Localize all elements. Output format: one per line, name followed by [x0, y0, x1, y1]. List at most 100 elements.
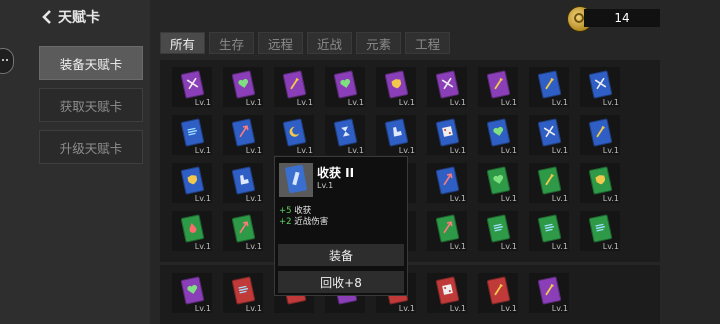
talent-card[interactable]: Lv.1 — [580, 163, 620, 203]
talent-card[interactable]: Lv.1 — [223, 211, 263, 251]
talent-card[interactable]: Lv.1 — [580, 67, 620, 107]
talent-card[interactable]: Lv.1 — [223, 273, 263, 313]
card-level-label: Lv.1 — [500, 304, 517, 313]
talent-card[interactable]: Lv.1 — [478, 273, 518, 313]
arrow-icon — [443, 221, 453, 234]
card-name: 收获 II — [317, 166, 355, 180]
talent-card[interactable]: Lv.1 — [172, 273, 212, 313]
wind-icon — [544, 223, 555, 232]
tab-label: 近战 — [317, 36, 343, 52]
talent-card[interactable]: Lv.1 — [580, 211, 620, 251]
sword-icon — [596, 125, 605, 138]
card-level-label: Lv.1 — [449, 194, 466, 203]
card-level-label: Lv.1 — [602, 146, 619, 155]
sidebar-item-label: 装备天赋卡 — [59, 56, 123, 72]
card-level-label: Lv.1 — [398, 146, 415, 155]
card-level-label: Lv.1 — [398, 98, 415, 107]
talent-card[interactable]: Lv.1 — [478, 115, 518, 155]
card-level-label: Lv.1 — [500, 242, 517, 251]
talent-card[interactable]: Lv.1 — [529, 211, 569, 251]
talent-card[interactable]: Lv.1 — [376, 67, 416, 107]
card-level-label: Lv.1 — [245, 194, 262, 203]
sidebar-item-upgrade[interactable]: 升级天赋卡 — [39, 130, 143, 164]
boot-icon — [240, 174, 249, 185]
talent-card[interactable]: Lv.1 — [478, 163, 518, 203]
talent-card[interactable]: Lv.1 — [325, 67, 365, 107]
talent-card[interactable]: Lv.1 — [223, 115, 263, 155]
talent-card[interactable]: Lv.1 — [478, 67, 518, 107]
talent-card[interactable]: Lv.1 — [478, 211, 518, 251]
talent-card[interactable]: Lv.1 — [427, 163, 467, 203]
talent-card[interactable]: Lv.1 — [529, 115, 569, 155]
talent-card[interactable]: Lv.1 — [580, 115, 620, 155]
back-button[interactable]: 天赋卡 — [42, 6, 100, 28]
talent-card[interactable]: Lv.1 — [274, 67, 314, 107]
tab-melee[interactable]: 近战 — [307, 32, 353, 54]
tab-ranged[interactable]: 远程 — [258, 32, 304, 54]
card-level-label: Lv.1 — [449, 98, 466, 107]
drop-icon — [189, 223, 197, 233]
coin-amount: 14 — [614, 11, 630, 25]
side-toggle-handle[interactable] — [0, 48, 14, 74]
card-preview — [279, 163, 313, 197]
tab-element[interactable]: 元素 — [356, 32, 402, 54]
hourglass-icon — [341, 126, 350, 137]
coin-counter: 14 — [584, 9, 660, 27]
tab-label: 元素 — [366, 36, 392, 52]
talent-card[interactable]: Lv.1 — [172, 211, 212, 251]
heart-icon — [238, 78, 249, 88]
tab-engineering[interactable]: 工程 — [405, 32, 451, 54]
talent-card[interactable]: Lv.1 — [223, 163, 263, 203]
card-level-label: Lv.1 — [602, 242, 619, 251]
talent-card[interactable]: Lv.1 — [172, 115, 212, 155]
card-icon — [284, 164, 308, 194]
crossed-swords-icon — [594, 77, 607, 90]
talent-card[interactable]: Lv.1 — [529, 273, 569, 313]
card-level-label: Lv.1 — [347, 146, 364, 155]
talent-card[interactable]: Lv.1 — [427, 115, 467, 155]
boot-icon — [393, 126, 402, 137]
recycle-button[interactable]: 回收+8 — [278, 271, 404, 293]
sidebar: 天赋卡 装备天赋卡 获取天赋卡 升级天赋卡 — [0, 0, 150, 324]
card-level-label: Lv.1 — [500, 98, 517, 107]
card-detail-popup: 收获 II Lv.1 +5 收获 +2 近战伤害 装备 回收+8 — [274, 156, 408, 296]
talent-card[interactable]: Lv.1 — [274, 115, 314, 155]
card-level-label: Lv.1 — [194, 304, 211, 313]
arrow-icon — [239, 221, 249, 234]
talent-card[interactable]: Lv.1 — [529, 163, 569, 203]
talent-card[interactable]: Lv.1 — [529, 67, 569, 107]
sword-icon — [494, 77, 503, 90]
sidebar-item-label: 获取天赋卡 — [59, 98, 123, 114]
card-level-label: Lv.1 — [551, 194, 568, 203]
talent-card[interactable]: Lv.1 — [172, 163, 212, 203]
tab-survival[interactable]: 生存 — [209, 32, 255, 54]
sidebar-item-equip[interactable]: 装备天赋卡 — [39, 46, 143, 80]
talent-card[interactable]: Lv.1 — [427, 273, 467, 313]
sword-icon — [545, 173, 554, 186]
tab-label: 生存 — [219, 36, 245, 52]
card-level-label: Lv.1 — [449, 146, 466, 155]
talent-card[interactable]: Lv.1 — [427, 211, 467, 251]
sword-icon — [290, 77, 299, 90]
tab-all[interactable]: 所有 — [160, 32, 206, 54]
card-inventory-grid: Lv.1 Lv.1 Lv.1 Lv.1 Lv.1 Lv.1 Lv.1 Lv.1 Lv.1 Lv.1… — [160, 60, 660, 262]
equip-button[interactable]: 装备 — [278, 244, 404, 266]
card-level-label: Lv.1 — [602, 194, 619, 203]
button-label: 回收+8 — [320, 275, 362, 290]
talent-card[interactable]: Lv.1 — [172, 67, 212, 107]
sidebar-item-obtain[interactable]: 获取天赋卡 — [39, 88, 143, 122]
wind-icon — [187, 127, 198, 136]
card-level-label: Lv.1 — [245, 98, 262, 107]
heart-icon — [493, 174, 504, 184]
page-title: 天赋卡 — [58, 10, 100, 26]
talent-card[interactable]: Lv.1 — [376, 115, 416, 155]
stat-value: +2 — [279, 217, 292, 227]
card-level-label: Lv.1 — [500, 194, 517, 203]
talent-card[interactable]: Lv.1 — [427, 67, 467, 107]
shield-icon — [391, 79, 402, 89]
talent-card[interactable]: Lv.1 — [223, 67, 263, 107]
heart-icon — [493, 126, 504, 136]
card-level-label: Lv.1 — [296, 98, 313, 107]
card-level-label: Lv.1 — [194, 194, 211, 203]
talent-card[interactable]: Lv.1 — [325, 115, 365, 155]
